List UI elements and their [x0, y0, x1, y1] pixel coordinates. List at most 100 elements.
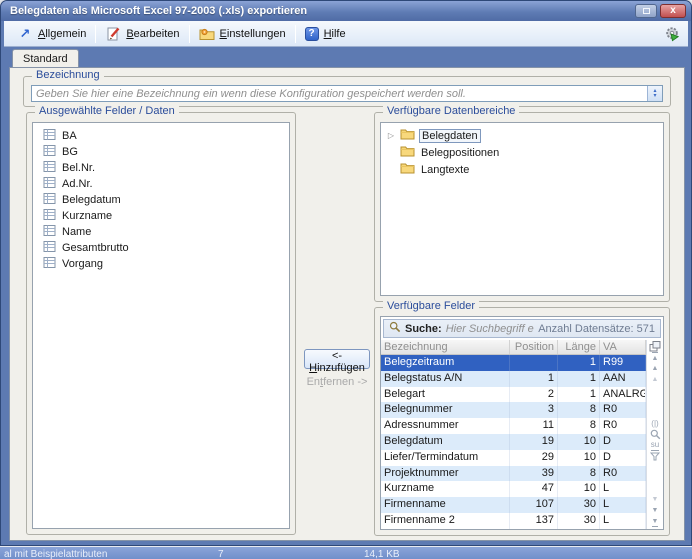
folder-icon [400, 145, 415, 160]
field-grid-icon [43, 128, 56, 144]
tab-content: Bezeichnung ▴▾ Ausgewählte Felder / Date… [9, 67, 685, 541]
cell-position: 137 [510, 513, 558, 529]
record-count: Anzahl Datensätze: 571 [538, 323, 655, 335]
selected-fields-list[interactable]: BA BG Bel.Nr. Ad.Nr. Belegdatum Kurzname… [32, 122, 290, 529]
tree-item-label: Belegpositionen [419, 147, 501, 159]
column-chooser-icon[interactable] [649, 341, 661, 352]
fields-grid: Bezeichnung Position Länge VA Belegzeitr… [381, 340, 647, 529]
selected-field-label: Bel.Nr. [62, 162, 95, 174]
cell-laenge: 1 [558, 371, 600, 387]
add-button[interactable]: <- Hinzufügen [304, 349, 370, 369]
search-input[interactable] [446, 323, 535, 335]
cell-bezeichnung: Belegart [381, 387, 510, 403]
search-icon [389, 321, 401, 336]
cell-position: 2 [510, 387, 558, 403]
bezeichnung-input[interactable] [32, 86, 647, 101]
sum-icon[interactable]: su [651, 440, 659, 451]
background-grid-row: al mit Beispielattributen 7 14,1 KB [0, 547, 692, 559]
tree-item[interactable]: ▷ Belegdaten [381, 127, 663, 144]
combobox-dropdown-icon[interactable]: ▴▾ [647, 86, 662, 101]
expander-icon[interactable]: ▷ [386, 131, 396, 140]
cell-va: D [600, 450, 646, 466]
move-last-icon[interactable]: ▼ [652, 516, 659, 527]
table-row[interactable]: Belegdatum 19 10 D [381, 434, 646, 450]
selected-field-label: Kurzname [62, 210, 112, 222]
grid-search-icon[interactable] [650, 429, 661, 440]
tree-item[interactable]: ▷ Belegpositionen [381, 144, 663, 161]
cell-va: R0 [600, 402, 646, 418]
header-position[interactable]: Position [510, 340, 558, 354]
selected-field-item[interactable]: BA [33, 128, 289, 144]
window-title: Belegdaten als Microsoft Excel 97-2003 (… [10, 5, 632, 17]
table-row[interactable]: Liefer/Termindatum 29 10 D [381, 450, 646, 466]
available-fields-group: Verfügbare Felder Suche: Anzahl Datensät… [374, 307, 670, 536]
table-row[interactable]: Belegnummer 3 8 R0 [381, 402, 646, 418]
move-first-icon[interactable]: ▲ [652, 352, 659, 363]
header-va[interactable]: VA [600, 340, 646, 354]
cell-va: R99 [600, 355, 646, 371]
page-down-icon[interactable]: ▼ [652, 494, 659, 505]
folder-icon [400, 162, 415, 177]
selected-field-item[interactable]: Ad.Nr. [33, 176, 289, 192]
cell-va: L [600, 513, 646, 529]
data-areas-tree[interactable]: ▷ Belegdaten ▷ Belegpositionen ▷ Langtex… [380, 122, 664, 296]
tree-item-label: Belegdaten [419, 129, 481, 143]
cell-va: R0 [600, 418, 646, 434]
background-row-count: 7 [218, 547, 224, 559]
selected-field-label: Gesamtbrutto [62, 242, 129, 254]
match-brackets-icon[interactable]: (|) [651, 418, 658, 429]
move-down-icon[interactable]: ▼ [652, 505, 659, 516]
table-row[interactable]: Projektnummer 39 8 R0 [381, 466, 646, 482]
selected-field-item[interactable]: Gesamtbrutto [33, 240, 289, 256]
table-row[interactable]: Belegzeitraum 1 R99 [381, 355, 646, 371]
table-row[interactable]: Kurzname 47 10 L [381, 481, 646, 497]
restore-button[interactable] [635, 4, 657, 18]
cell-position [510, 355, 558, 371]
table-row[interactable]: Belegart 2 1 ANALRGI [381, 387, 646, 403]
selected-fields-group-label: Ausgewählte Felder / Daten [35, 105, 179, 117]
table-row[interactable]: Adressnummer 11 8 R0 [381, 418, 646, 434]
table-row[interactable]: Belegstatus A/N 1 1 AAN [381, 371, 646, 387]
header-bezeichnung[interactable]: Bezeichnung [381, 340, 510, 354]
cell-position: 39 [510, 466, 558, 482]
toolbar-button-bearbeiten[interactable]: Bearbeiten [96, 23, 188, 45]
available-fields-box: Suche: Anzahl Datensätze: 571 Bezeichnun… [380, 316, 664, 530]
selected-field-item[interactable]: Belegdatum [33, 192, 289, 208]
cell-va: AAN [600, 371, 646, 387]
table-row[interactable]: Firmenname 107 30 L [381, 497, 646, 513]
cell-bezeichnung: Belegdatum [381, 434, 510, 450]
background-row-text: al mit Beispielattributen [4, 547, 107, 559]
move-up-icon[interactable]: ▲ [652, 363, 659, 374]
edit-icon [105, 26, 121, 42]
selected-field-item[interactable]: BG [33, 144, 289, 160]
cell-position: 1 [510, 371, 558, 387]
field-grid-icon [43, 160, 56, 176]
toolbar-button-hilfe[interactable]: ? Hilfe [296, 23, 355, 45]
header-laenge[interactable]: Länge [558, 340, 600, 354]
selected-field-item[interactable]: Bel.Nr. [33, 160, 289, 176]
folder-icon [400, 128, 415, 143]
bezeichnung-group: Bezeichnung ▴▾ [23, 76, 671, 107]
toolbar-button-allgemein[interactable]: ↗ Allgemein [8, 23, 95, 45]
close-button[interactable]: x [660, 4, 686, 18]
cell-va: ANALRGI [600, 387, 646, 403]
table-row[interactable]: Firmenname 2 137 30 L [381, 513, 646, 529]
page-up-icon[interactable]: ▲ [652, 374, 659, 385]
gear-run-icon [664, 26, 680, 42]
cell-bezeichnung: Firmenname [381, 497, 510, 513]
toolbar-button-einstellungen[interactable]: Einstellungen [190, 23, 295, 45]
field-grid-icon [43, 240, 56, 256]
field-grid-icon [43, 192, 56, 208]
selected-field-item[interactable]: Kurzname [33, 208, 289, 224]
selected-field-item[interactable]: Vorgang [33, 256, 289, 272]
cell-bezeichnung: Belegnummer [381, 402, 510, 418]
tab-standard[interactable]: Standard [12, 49, 79, 68]
remove-button[interactable]: Entfernen -> [298, 376, 376, 388]
selected-field-label: Name [62, 226, 91, 238]
selected-field-item[interactable]: Name [33, 224, 289, 240]
tree-item[interactable]: ▷ Langtexte [381, 161, 663, 178]
filter-icon[interactable] [650, 451, 660, 462]
titlebar[interactable]: Belegdaten als Microsoft Excel 97-2003 (… [1, 1, 691, 21]
run-export-button[interactable] [660, 23, 684, 45]
data-areas-group: Verfügbare Datenbereiche ▷ Belegdaten ▷ … [374, 112, 670, 302]
